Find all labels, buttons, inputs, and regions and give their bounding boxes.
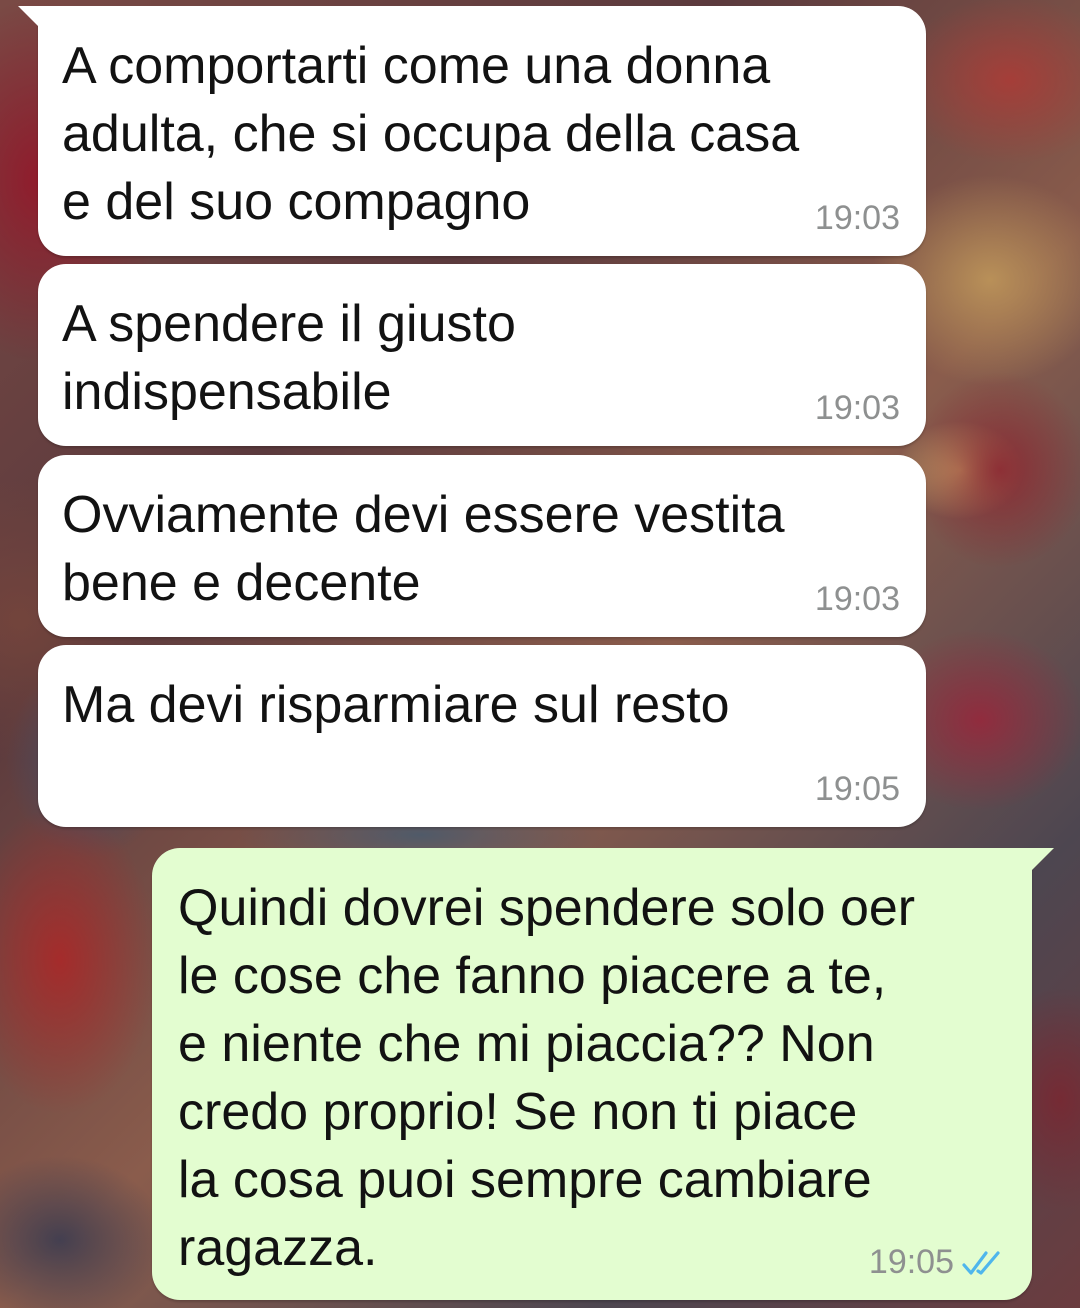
message-meta: 19:03 [815,389,900,428]
message-meta: 19:03 [815,199,900,238]
message-time: 19:05 [814,770,900,808]
message-text: A spendere il giusto indispensabile [62,295,516,421]
message-text: Ovviamente devi essere vestita bene e de… [62,486,785,612]
message-bubble-incoming[interactable]: A spendere il giusto indispensabile 19:0… [38,264,926,446]
message-time: 19:03 [814,199,900,237]
message-meta: 19:03 [815,580,900,619]
message-text: A comportarti come una donna adulta, che… [62,37,800,231]
message-meta: 19:05 [815,770,900,809]
double-check-read-icon [962,1250,1000,1275]
message-bubble-incoming[interactable]: Ma devi risparmiare sul resto 19:05 [38,645,926,827]
message-bubble-outgoing[interactable]: Quindi dovrei spendere solo oer le cose … [152,848,1054,1300]
message-text: Ma devi risparmiare sul resto [62,676,730,734]
message-time: 19:03 [814,389,900,427]
message-text: Quindi dovrei spendere solo oer le cose … [178,879,916,1277]
message-time: 19:05 [868,1243,954,1281]
message-time: 19:03 [814,580,900,618]
message-bubble-incoming[interactable]: Ovviamente devi essere vestita bene e de… [38,455,926,637]
message-bubble-incoming[interactable]: A comportarti come una donna adulta, che… [18,6,926,256]
message-meta: 19:05 [869,1243,1006,1282]
